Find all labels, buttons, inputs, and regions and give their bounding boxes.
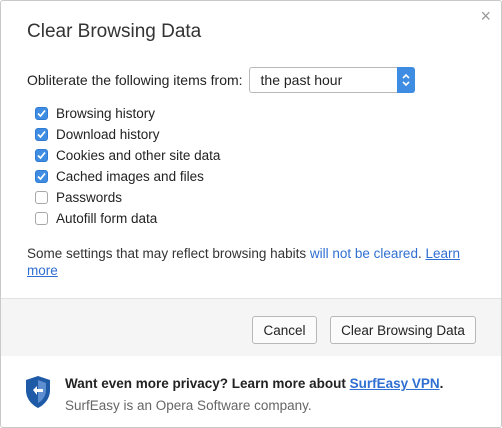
time-range-select[interactable]: the past hour	[248, 67, 415, 93]
option-browsing-history[interactable]: Browsing history	[35, 103, 220, 124]
option-label: Passwords	[56, 190, 123, 205]
checkbox-cookies[interactable]	[35, 149, 48, 162]
dialog-title: Clear Browsing Data	[27, 21, 202, 42]
checkbox-browsing-history[interactable]	[35, 107, 48, 120]
time-range-label: Obliterate the following items from:	[27, 72, 243, 88]
option-label: Cookies and other site data	[56, 148, 221, 163]
surfeasy-promo: Want even more privacy? Learn more about…	[1, 356, 501, 427]
settings-note: Some settings that may reflect browsing …	[27, 245, 477, 279]
promo-text: Want even more privacy? Learn more about	[65, 376, 350, 391]
button-bar: Cancel Clear Browsing Data	[1, 298, 501, 358]
option-cookies[interactable]: Cookies and other site data	[35, 145, 220, 166]
promo-subtext: SurfEasy is an Opera Software company.	[65, 398, 312, 413]
checkbox-passwords[interactable]	[35, 191, 48, 204]
promo-period: .	[439, 376, 444, 391]
chevron-updown-icon	[396, 67, 415, 93]
clear-browsing-data-dialog: Clear Browsing Data × Obliterate the fol…	[0, 0, 502, 428]
shield-icon	[24, 375, 52, 414]
option-label: Cached images and files	[56, 169, 204, 184]
option-label: Browsing history	[56, 106, 156, 121]
checkbox-cached-images[interactable]	[35, 170, 48, 183]
checkbox-download-history[interactable]	[35, 128, 48, 141]
clear-browsing-data-button[interactable]: Clear Browsing Data	[330, 316, 476, 344]
cancel-button[interactable]: Cancel	[252, 316, 317, 344]
option-autofill[interactable]: Autofill form data	[35, 208, 220, 229]
option-label: Download history	[56, 127, 160, 142]
close-icon[interactable]: ×	[480, 7, 491, 25]
note-text: Some settings that may reflect browsing …	[27, 246, 310, 261]
option-label: Autofill form data	[56, 211, 158, 226]
note-highlight: will not be cleared	[309, 246, 418, 261]
surfeasy-vpn-link[interactable]: SurfEasy VPN	[350, 376, 440, 391]
options-list: Browsing history Download history Cookie…	[35, 103, 220, 229]
time-range-value: the past hour	[260, 72, 343, 88]
promo-headline: Want even more privacy? Learn more about…	[65, 376, 443, 391]
checkbox-autofill[interactable]	[35, 212, 48, 225]
time-range-row: Obliterate the following items from: the…	[27, 67, 415, 93]
option-cached-images[interactable]: Cached images and files	[35, 166, 220, 187]
option-passwords[interactable]: Passwords	[35, 187, 220, 208]
option-download-history[interactable]: Download history	[35, 124, 220, 145]
